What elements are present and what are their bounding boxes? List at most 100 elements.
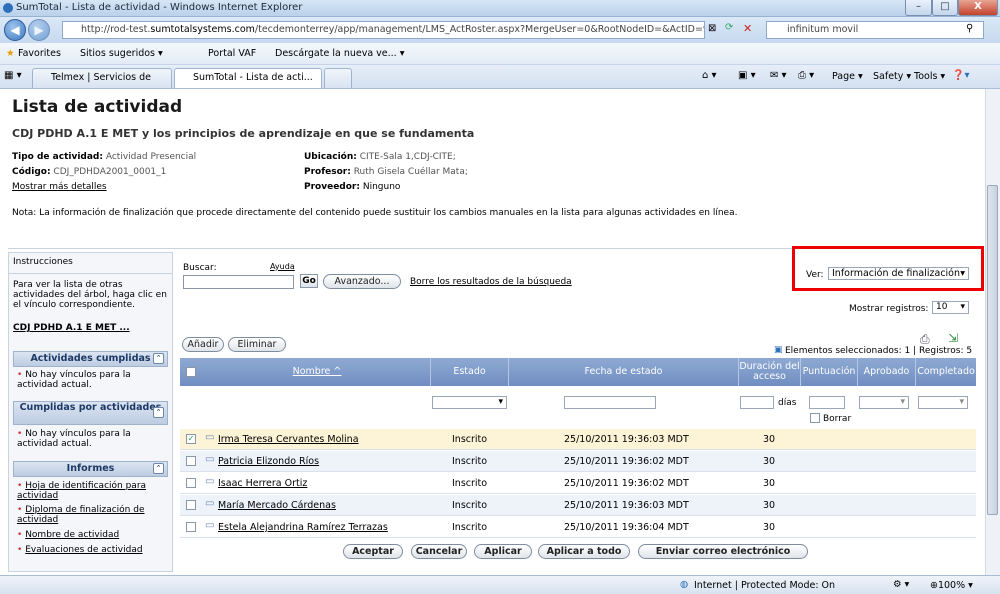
puntuacion-filter[interactable] [809,396,845,409]
aceptar-button[interactable]: Aceptar [343,544,403,559]
row-checkbox[interactable] [186,478,196,488]
export-icon[interactable]: ⇲ [948,331,958,345]
avanzado-button[interactable]: Avanzado... [323,274,401,289]
url-input[interactable]: http://rod-test.sumtotalsystems.com/tecd… [62,21,705,39]
print-icon[interactable]: ⎙ ▾ [798,70,814,81]
compat-icon[interactable]: ⊠ [708,23,716,34]
table-row[interactable]: ▭ María Mercado Cárdenas Inscrito 25/10/201… [180,495,976,516]
table-row[interactable]: ▭ Patricia Elizondo Ríos Inscrito 25/10/201… [180,451,976,472]
borrar-busqueda-link[interactable]: Borre los resultados de la búsqueda [410,277,572,287]
informes-header[interactable]: Informes ⌃ [13,461,168,477]
row-name[interactable]: Irma Teresa Cervantes Molina [218,434,359,445]
aprobado-filter[interactable]: ▾ [859,396,909,409]
report-link[interactable]: • Nombre de actividad [17,530,167,540]
stop-icon[interactable]: ✕ [743,22,752,35]
user-card-icon: ▭ [205,520,215,531]
row-checkbox[interactable] [186,522,196,532]
search-input[interactable]: infinitum movil [766,21,984,39]
safety-menu[interactable]: Safety ▾ [873,71,911,82]
dias-label: días [778,398,797,408]
collapse-icon[interactable]: ⌃ [153,463,164,474]
protected-icon[interactable]: ⚙ ▾ [893,579,909,590]
aplicar-todo-button[interactable]: Aplicar a todo [538,544,630,559]
row-name[interactable]: Isaac Herrera Ortiz [218,478,307,489]
minimize-button[interactable]: – [905,0,932,16]
refresh-icon[interactable]: ⟳ [725,22,733,33]
search-field[interactable] [183,275,294,289]
aplicar-button[interactable]: Aplicar [474,544,532,559]
completado-filter[interactable]: ▾ [918,396,968,409]
collapse-icon[interactable]: ⌃ [153,353,164,364]
select-all-checkbox[interactable] [186,367,196,377]
collapse-icon[interactable]: ⌃ [153,407,164,418]
cumplidas-por-header[interactable]: Cumplidas por actividades ⌃ [13,401,168,425]
report-link[interactable]: • Diploma de finalización de actividad [17,505,167,525]
borrar-checkbox[interactable] [810,413,820,423]
zone-text: Internet | Protected Mode: On [694,580,836,591]
close-button[interactable]: X [958,0,998,16]
globe-icon: ◍ [680,579,689,590]
cancelar-button[interactable]: Cancelar [411,544,467,559]
tab-telmex[interactable]: Telmex | Servicios de Telef... [32,68,172,101]
new-tab-button[interactable] [324,68,352,88]
col-duracion[interactable]: Duración del acceso [738,358,800,386]
activity-subtitle: CDJ PDHD A.1 E MET y los principios de a… [12,127,475,140]
scrollbar-thumb[interactable] [987,185,998,515]
page-menu[interactable]: Page ▾ [832,71,863,82]
table-row[interactable]: ▭ Isaac Herrera Ortiz Inscrito 25/10/2011 1… [180,473,976,494]
actividades-cumplidas-header[interactable]: Actividades cumplidas ⌃ [13,351,168,367]
table-row[interactable]: ▭ Estela Alejandrina Ramírez Terrazas Insc… [180,517,976,538]
proveedor-row: Proveedor: Ninguno [304,182,401,192]
mail-icon[interactable]: ✉ ▾ [770,70,787,81]
go-button[interactable]: Go [300,274,318,288]
col-completado[interactable]: Completado [915,358,976,386]
fav-portal[interactable]: Portal VAF [208,48,256,59]
row-duracion: 30 [763,434,776,445]
tree-link[interactable]: CDJ PDHD A.1 E MET ... [13,323,130,333]
row-checkbox[interactable] [186,456,196,466]
report-link[interactable]: • Hoja de identificación para actividad [17,481,167,501]
tools-menu[interactable]: Tools ▾ [914,71,945,82]
print-grid-icon[interactable]: ⎙ [920,332,930,347]
fav-descargate[interactable]: Descárgate la nueva ve... ▾ [275,48,404,59]
user-card-icon: ▭ [205,498,215,509]
row-checkbox[interactable] [186,500,196,510]
col-estado[interactable]: Estado [430,358,508,386]
feeds-icon[interactable]: ▣ ▾ [738,70,756,81]
maximize-button[interactable]: □ [932,0,958,16]
row-name[interactable]: María Mercado Cárdenas [218,500,336,511]
mostrar-detalles-link[interactable]: Mostrar más detalles [12,182,107,192]
col-puntuacion[interactable]: Puntuación [800,358,857,386]
favorites-button[interactable]: Favorites [18,48,61,59]
mostrar-registros-select[interactable]: 10 ▾ [932,301,969,314]
enviar-correo-button[interactable]: Enviar correo electrónico [638,544,808,559]
search-icon[interactable]: ⚲ [966,23,973,34]
home-icon[interactable]: ⌂ ▾ [702,70,717,81]
back-button[interactable]: ◀ [4,19,26,41]
row-name[interactable]: Patricia Elizondo Ríos [218,456,319,467]
ver-select[interactable]: Información de finalización ▾ [828,267,969,280]
eliminar-button[interactable]: Eliminar [228,337,286,352]
ayuda-link[interactable]: Ayuda [270,262,295,271]
page-content: Lista de actividad CDJ PDHD A.1 E MET y … [0,89,985,575]
estado-filter[interactable]: ▾ [432,396,507,409]
report-link[interactable]: • Evaluaciones de actividad [17,545,167,555]
tab-sumtotal[interactable]: SumTotal - Lista de acti... ✕ [174,68,322,101]
sec2-item: • No hay vínculos para la actividad actu… [17,429,131,449]
row-checkbox[interactable]: ✓ [186,434,196,444]
col-fecha[interactable]: Fecha de estado [508,358,738,386]
row-name[interactable]: Estela Alejandrina Ramírez Terrazas [218,522,388,533]
tab-list-icon[interactable]: ▦ ▾ [4,70,22,81]
fecha-filter[interactable] [564,396,656,409]
nota-text: Nota: La información de finalización que… [12,208,738,218]
zoom-level[interactable]: ⊕100% ▾ [930,580,973,591]
table-row[interactable]: ✓ ▭ Irma Teresa Cervantes Molina Inscrito 25… [180,429,976,450]
help-icon[interactable]: ❓▾ [952,70,969,81]
buscar-label: Buscar: [183,263,217,273]
fav-sitios[interactable]: Sitios sugeridos ▾ [80,48,163,59]
forward-button[interactable]: ▶ [28,19,50,41]
duracion-filter[interactable] [740,396,774,409]
col-aprobado[interactable]: Aprobado [857,358,915,386]
anadir-button[interactable]: Añadir [182,337,224,352]
col-nombre[interactable]: Nombre ^ [204,358,430,386]
